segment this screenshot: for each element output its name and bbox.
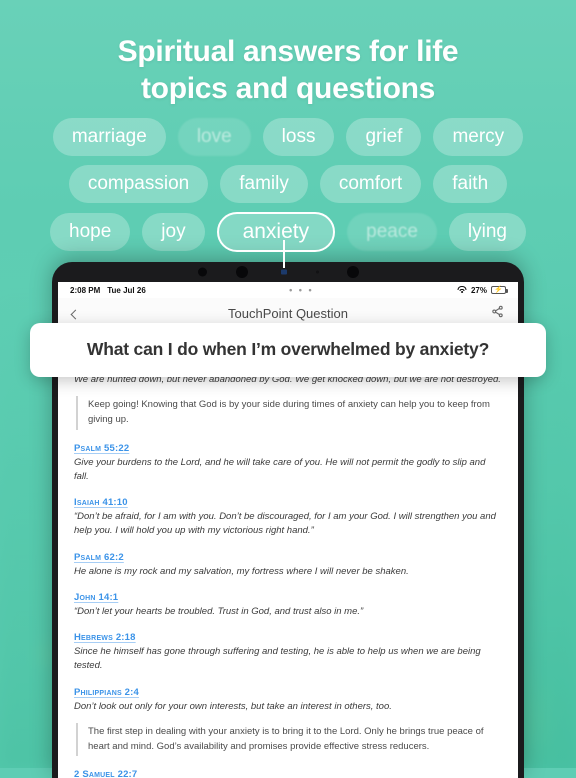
front-camera-lens-icon <box>236 266 249 278</box>
charging-bolt-icon: ⚡ <box>494 286 503 294</box>
status-time: 2:08 PM <box>70 285 101 295</box>
topic-pill-lying[interactable]: lying <box>448 213 526 251</box>
verse-reference-link[interactable]: Psalm 62:2 <box>74 552 502 563</box>
verse-text: “Don’t be afraid, for I am with you. Don… <box>74 511 496 537</box>
camera-indicator-icon <box>281 269 288 275</box>
topic-pill-hope[interactable]: hope <box>50 213 131 251</box>
status-bar-right: 27% ⚡ <box>457 285 508 295</box>
verse-block: Psalm 62:2 He alone is my rock and my sal… <box>74 552 502 579</box>
topic-pill-love[interactable]: love <box>177 118 251 156</box>
verse-reference-link[interactable]: John 14:1 <box>74 592 502 603</box>
camera-sensor-dot <box>347 266 359 278</box>
verse-reference-link[interactable]: Isaiah 41:10 <box>74 497 502 508</box>
topic-pill-faith[interactable]: faith <box>433 165 508 203</box>
verse-reference-link[interactable]: 2 Samuel 22:7 <box>74 769 502 778</box>
question-card: What can I do when I’m overwhelmed by an… <box>30 323 546 377</box>
topic-pill-row: marriage love loss grief mercy <box>0 118 576 156</box>
topic-pill-row: hope joy anxiety peace lying <box>0 212 576 252</box>
status-bar-center-dots: • • • <box>289 285 314 295</box>
topic-pill-family[interactable]: family <box>220 165 308 203</box>
topic-pill-mercy[interactable]: mercy <box>433 118 524 156</box>
verse-block: John 14:1 “Don’t let your hearts be troub… <box>74 592 502 619</box>
nav-title: TouchPoint Question <box>228 306 348 321</box>
chevron-left-icon[interactable] <box>70 305 92 323</box>
share-icon[interactable] <box>484 305 504 323</box>
topic-pill-row: compassion family comfort faith <box>0 165 576 203</box>
verse-text: “Don’t let your hearts be troubled. Trus… <box>74 605 364 617</box>
verse-block: Psalm 55:22 Give your burdens to the Lord… <box>74 443 502 485</box>
verse-commentary: Keep going! Knowing that God is by your … <box>76 396 502 430</box>
verse-block: Isaiah 41:10 “Don’t be afraid, for I am w… <box>74 497 502 539</box>
verse-reference-link[interactable]: Philippians 2:4 <box>74 687 502 698</box>
topic-pill-grief[interactable]: grief <box>346 118 422 156</box>
verse-text: He alone is my rock and my salvation, my… <box>74 565 409 577</box>
status-date: Tue Jul 26 <box>107 285 146 295</box>
verse-text: Don’t look out only for your own interes… <box>74 700 392 712</box>
verse-text: Give your burdens to the Lord, and he wi… <box>74 456 486 482</box>
battery-percent-label: 27% <box>470 285 487 295</box>
device-bezel-top <box>52 262 524 282</box>
topic-pill-cloud: marriage love loss grief mercy compassion fami… <box>0 118 576 261</box>
topic-pill-loss[interactable]: loss <box>262 118 335 156</box>
wifi-icon <box>457 286 467 294</box>
topic-pill-compassion[interactable]: compassion <box>68 165 209 203</box>
headline-line-2: topics and questions <box>140 71 436 105</box>
status-bar: 2:08 PM Tue Jul 26 • • • 27% ⚡ <box>58 282 518 298</box>
topic-pill-peace[interactable]: peace <box>347 213 437 251</box>
status-bar-left: 2:08 PM Tue Jul 26 <box>70 286 146 295</box>
question-text: What can I do when I’m overwhelmed by an… <box>86 339 490 359</box>
verse-reference-link[interactable]: Hebrews 2:18 <box>74 632 502 643</box>
battery-charging-icon: ⚡ <box>491 286 508 294</box>
sensor-pinhole-icon <box>316 270 320 274</box>
verse-block: Hebrews 2:18 Since he himself has gone th… <box>74 632 502 674</box>
verse-block: Philippians 2:4 Don’t look out only for y… <box>74 687 502 757</box>
topic-pill-marriage[interactable]: marriage <box>52 118 166 156</box>
verse-commentary: The first step in dealing with your anxi… <box>76 722 502 757</box>
topic-pill-joy[interactable]: joy <box>142 213 205 251</box>
topic-pill-anxiety[interactable]: anxiety <box>216 212 336 252</box>
verse-block: 2 Samuel 22:7But in my distress I cried … <box>74 769 502 778</box>
scripture-list[interactable]: 2 Corinthians 4:9We are hunted down, but… <box>58 330 518 778</box>
topic-pill-comfort[interactable]: comfort <box>319 165 422 203</box>
page-title: Spiritual answers for life topics and qu… <box>0 34 576 107</box>
verse-reference-link[interactable]: Psalm 55:22 <box>74 443 502 454</box>
camera-sensor-dot <box>198 267 208 277</box>
headline-line-1: Spiritual answers for life <box>117 35 459 68</box>
verse-text: Since he himself has gone through suffer… <box>74 646 481 672</box>
